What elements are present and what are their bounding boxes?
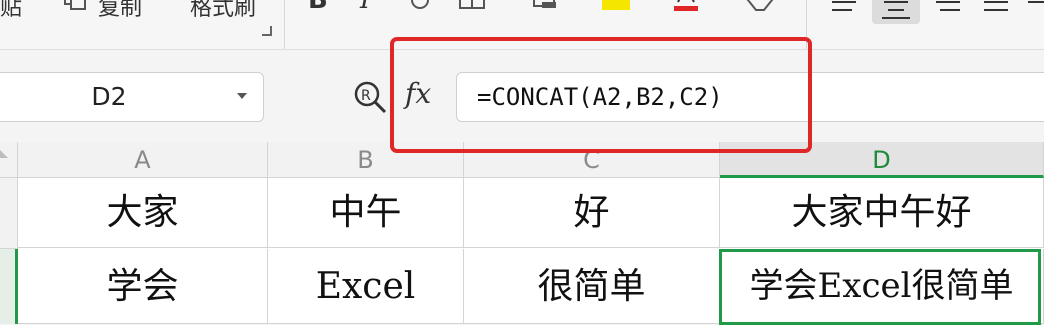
name-box[interactable]: D2	[0, 72, 264, 122]
align-center-icon[interactable]	[872, 0, 920, 24]
row-header-1[interactable]	[0, 178, 18, 249]
fx-icon[interactable]: fx	[405, 74, 447, 114]
highlight-icon[interactable]	[600, 0, 632, 12]
italic-icon[interactable]: I	[358, 0, 378, 15]
fill-color-icon[interactable]	[530, 0, 560, 12]
ribbon-toolbar: 贴 复制 格式刷 B I	[0, 0, 1044, 50]
cell-b2[interactable]: Excel	[268, 249, 464, 324]
column-header-d[interactable]: D	[720, 142, 1044, 178]
font-color-icon[interactable]	[672, 0, 700, 12]
formula-text[interactable]: =CONCAT(A2,B2,C2)	[477, 73, 723, 121]
cell-d2[interactable]: 学会Excel很简单	[720, 249, 1044, 324]
formula-input[interactable]: =CONCAT(A2,B2,C2)	[456, 72, 1044, 122]
distributed-align-icon[interactable]	[1026, 0, 1044, 12]
zoom-formula-icon[interactable]: R	[352, 80, 388, 114]
column-header-row: A B C D	[0, 142, 1044, 178]
svg-text:I: I	[359, 0, 371, 12]
name-box-value[interactable]: D2	[0, 73, 229, 121]
column-header-c[interactable]: C	[464, 142, 720, 178]
formula-bar-row: D2 R fx =CONCAT(A2,B2,C2)	[0, 50, 1044, 142]
column-header-a[interactable]: A	[18, 142, 268, 178]
svg-text:B: B	[308, 0, 328, 12]
svg-text:R: R	[361, 88, 371, 104]
underline-icon[interactable]	[408, 0, 432, 12]
chevron-down-icon[interactable]	[237, 93, 247, 99]
copy-icon[interactable]	[62, 0, 88, 12]
spreadsheet-grid: 大家 中午 好 大家中午好 学会 Excel 很简单 学会Excel很简单	[0, 178, 1044, 325]
cell-c2[interactable]: 很简单	[464, 249, 720, 324]
clear-format-icon[interactable]	[744, 0, 778, 12]
format-painter-button[interactable]: 格式刷	[190, 0, 256, 22]
copy-button[interactable]: 复制	[98, 0, 142, 22]
ribbon-group-expand-icon[interactable]	[262, 26, 272, 36]
bold-icon[interactable]: B	[306, 0, 330, 15]
cell-a2[interactable]: 学会	[18, 249, 268, 324]
justify-icon[interactable]	[982, 0, 1010, 12]
cell-a1[interactable]: 大家	[18, 178, 268, 248]
border-icon[interactable]	[458, 0, 488, 12]
cell-d1[interactable]: 大家中午好	[720, 178, 1044, 248]
row-header-2[interactable]	[0, 249, 18, 324]
align-right-icon[interactable]	[934, 0, 962, 12]
ribbon-divider-2	[806, 0, 807, 50]
ribbon-divider	[284, 0, 285, 50]
column-header-b[interactable]: B	[268, 142, 464, 178]
corner-cell[interactable]	[0, 142, 18, 178]
cell-b1[interactable]: 中午	[268, 178, 464, 248]
cell-c1[interactable]: 好	[464, 178, 720, 248]
paste-label-partial[interactable]: 贴	[0, 0, 22, 22]
align-left-icon[interactable]	[830, 0, 858, 12]
